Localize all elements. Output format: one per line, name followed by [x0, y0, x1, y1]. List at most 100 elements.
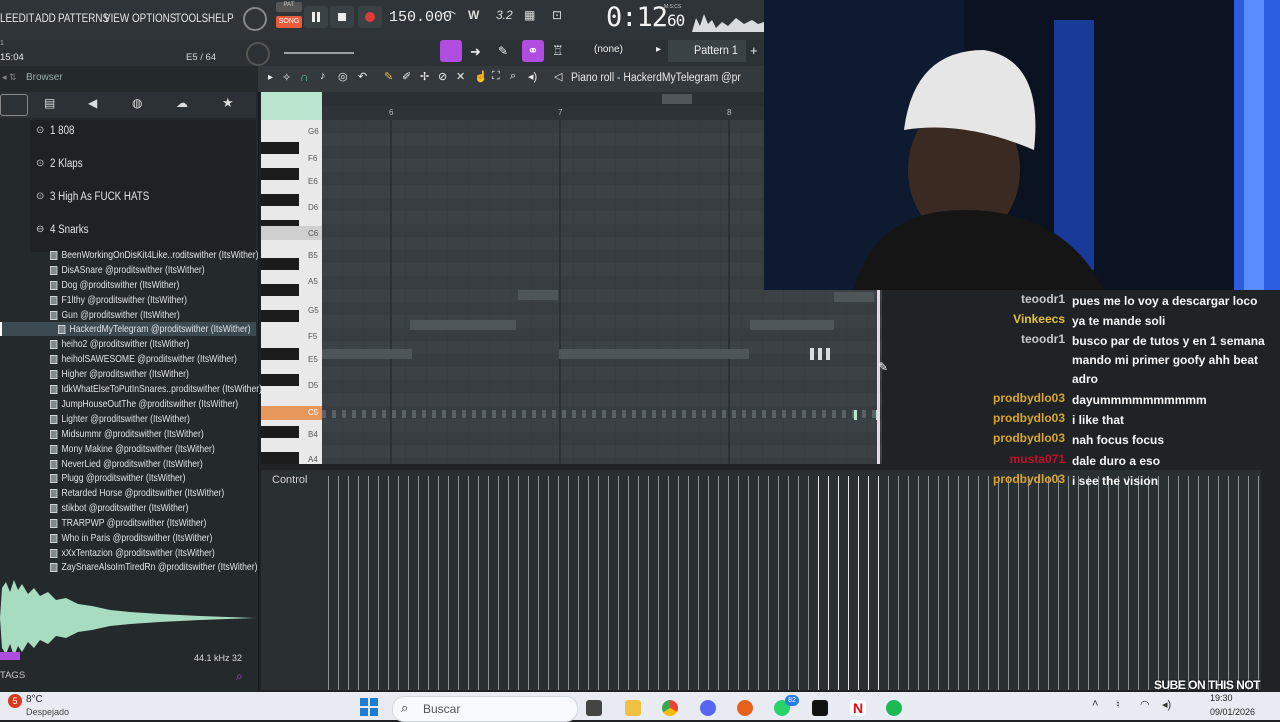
- playhead[interactable]: [877, 288, 880, 464]
- folder-item[interactable]: 1 808: [50, 125, 74, 137]
- delete-tool-icon[interactable]: ✢: [420, 70, 429, 83]
- chat-username[interactable]: teoodr1: [882, 292, 1065, 306]
- scroll-thumb[interactable]: [662, 94, 692, 104]
- arrow-right-icon[interactable]: ➜: [470, 44, 481, 60]
- master-volume-knob[interactable]: [243, 7, 267, 31]
- file-item[interactable]: Dog @proditswither (ItsWither): [50, 279, 179, 291]
- stop-button[interactable]: [330, 6, 354, 28]
- menu-help[interactable]: HELP: [208, 11, 234, 25]
- pencil-icon[interactable]: ✎: [384, 70, 393, 83]
- weather-temp[interactable]: 8°C: [26, 694, 43, 705]
- netflix-icon[interactable]: N: [850, 700, 866, 716]
- piano-keyboard[interactable]: G6 F6 E6 D6 C6 B5 A5 G5 F5 E5 D5 C5 B4 A…: [261, 120, 322, 464]
- file-item[interactable]: DisASnare @proditswither (ItsWither): [50, 264, 204, 276]
- chrome-icon[interactable]: [662, 700, 678, 716]
- task-view-icon[interactable]: [586, 700, 602, 716]
- capcut-icon[interactable]: [812, 700, 828, 716]
- file-item[interactable]: F1lthy @proditswither (ItsWither): [50, 294, 186, 306]
- horizontal-scrollbar[interactable]: [322, 92, 764, 106]
- weather-desc[interactable]: Despejado: [26, 707, 69, 717]
- folder-item[interactable]: 2 Klaps: [50, 158, 83, 170]
- note-row[interactable]: [322, 410, 882, 418]
- cloud-icon[interactable]: ☁: [176, 96, 188, 110]
- pause-button[interactable]: [304, 6, 328, 28]
- microphone-icon[interactable]: ♮: [1116, 698, 1120, 711]
- note[interactable]: [518, 290, 558, 300]
- pitch-knob[interactable]: [246, 42, 270, 66]
- note[interactable]: [559, 349, 749, 359]
- note[interactable]: [410, 320, 516, 330]
- link-icon[interactable]: ⚭: [522, 40, 544, 62]
- taskbar-search[interactable]: ⌕ Buscar: [392, 696, 578, 722]
- file-item[interactable]: IdkWhatElseToPutInSnares..proditswither …: [50, 383, 262, 395]
- pattern-mode-label[interactable]: PAT: [276, 2, 302, 12]
- control-label[interactable]: Control: [272, 474, 307, 486]
- file-item[interactable]: ZaySnareAlsoImTiredRn @proditswither (It…: [50, 561, 257, 573]
- note[interactable]: [854, 410, 857, 420]
- channel-select[interactable]: (none): [594, 44, 623, 55]
- menu-options[interactable]: OPTIONS: [132, 11, 176, 25]
- metronome-icon[interactable]: ⌒: [442, 8, 462, 26]
- file-item[interactable]: Higher @proditswither (ItsWither): [50, 368, 188, 380]
- note[interactable]: [826, 348, 830, 360]
- stamp-icon[interactable]: ♖: [552, 43, 564, 59]
- file-item[interactable]: TRARPWP @proditswither (ItsWither): [50, 517, 206, 529]
- piano-roll-corner-tool[interactable]: [261, 92, 322, 120]
- step-edit-button[interactable]: [440, 40, 462, 62]
- magnet-icon[interactable]: ∩: [300, 70, 309, 84]
- file-explorer-icon[interactable]: [625, 700, 641, 716]
- chat-username[interactable]: prodbydlo03: [882, 391, 1065, 405]
- playback-tool-icon[interactable]: ◂): [528, 70, 537, 83]
- note[interactable]: [834, 292, 874, 302]
- chat-username[interactable]: prodbydlo03: [882, 411, 1065, 425]
- file-item[interactable]: heiholSAWESOME @proditswither (ItsWither…: [50, 353, 236, 365]
- chat-username[interactable]: teoodr1: [882, 332, 1065, 346]
- discord-icon[interactable]: [700, 700, 716, 716]
- file-item[interactable]: Midsummr @proditswither (ItsWither): [50, 428, 203, 440]
- brush-icon[interactable]: ✎: [498, 44, 508, 58]
- velocity-bars[interactable]: [322, 472, 1261, 690]
- globe-icon[interactable]: ◍: [132, 96, 142, 110]
- file-item[interactable]: stikbot @proditswither (ItsWither): [50, 502, 188, 514]
- folder-item[interactable]: 3 High As FUCK HATS: [50, 191, 149, 203]
- undo-icon[interactable]: ↶: [358, 70, 367, 83]
- menu-file[interactable]: LE: [0, 11, 12, 25]
- menu-patterns[interactable]: PATTERNS: [58, 11, 109, 25]
- record-settings-icon[interactable]: ◎: [338, 70, 348, 83]
- search-icon[interactable]: ⌕: [236, 669, 243, 684]
- all-tab[interactable]: [0, 94, 28, 116]
- file-item[interactable]: Mony Makine @proditswither (ItsWither): [50, 443, 214, 455]
- typing-keyboard-icon[interactable]: ▦: [524, 8, 544, 26]
- chat-username[interactable]: prodbydlo03: [882, 472, 1065, 486]
- file-item[interactable]: Who in Paris @proditswither (ItsWither): [50, 532, 212, 544]
- clock-time[interactable]: 19:30: [1210, 693, 1233, 703]
- file-item[interactable]: Lighter @proditswither (ItsWither): [50, 413, 189, 425]
- note[interactable]: [750, 320, 834, 330]
- countdown-icon[interactable]: 3.2: [496, 8, 516, 26]
- play-icon[interactable]: ▸: [656, 44, 661, 55]
- play-arrow-icon[interactable]: ▸: [268, 72, 273, 83]
- note[interactable]: [322, 349, 412, 359]
- add-pattern-button[interactable]: +: [750, 43, 758, 58]
- zoom-tool-icon[interactable]: ⌕: [510, 70, 516, 83]
- blend-notes-icon[interactable]: ⊡: [552, 8, 572, 26]
- menu-tools[interactable]: TOOLS: [175, 11, 208, 25]
- fl-studio-icon[interactable]: [737, 700, 753, 716]
- chat-username[interactable]: prodbydlo03: [882, 431, 1065, 445]
- speaker-icon[interactable]: ◀: [88, 96, 97, 110]
- menu-edit[interactable]: EDIT: [12, 11, 34, 25]
- speaker-icon[interactable]: ◁: [554, 70, 562, 83]
- folder-item-open[interactable]: 4 Snarks: [50, 224, 89, 236]
- file-item[interactable]: NeverLied @proditswither (ItsWither): [50, 458, 202, 470]
- wait-record-icon[interactable]: W: [468, 8, 488, 26]
- windows-start-icon[interactable]: [360, 698, 378, 716]
- master-pitch-slider[interactable]: [284, 52, 354, 54]
- star-icon[interactable]: ★: [222, 95, 234, 111]
- pattern-selector[interactable]: Pattern 1: [668, 40, 746, 62]
- wifi-icon[interactable]: ◠: [1140, 698, 1150, 711]
- arrow-icon[interactable]: ◂ ⇅: [2, 72, 17, 83]
- file-item[interactable]: JumpHouseOutThe @proditswither (ItsWithe…: [50, 398, 238, 410]
- select-tool-icon[interactable]: ⛶: [492, 70, 500, 83]
- file-item[interactable]: Retarded Horse @proditswither (ItsWither…: [50, 487, 224, 499]
- file-item[interactable]: Gun @proditswither (ItsWither): [50, 309, 179, 321]
